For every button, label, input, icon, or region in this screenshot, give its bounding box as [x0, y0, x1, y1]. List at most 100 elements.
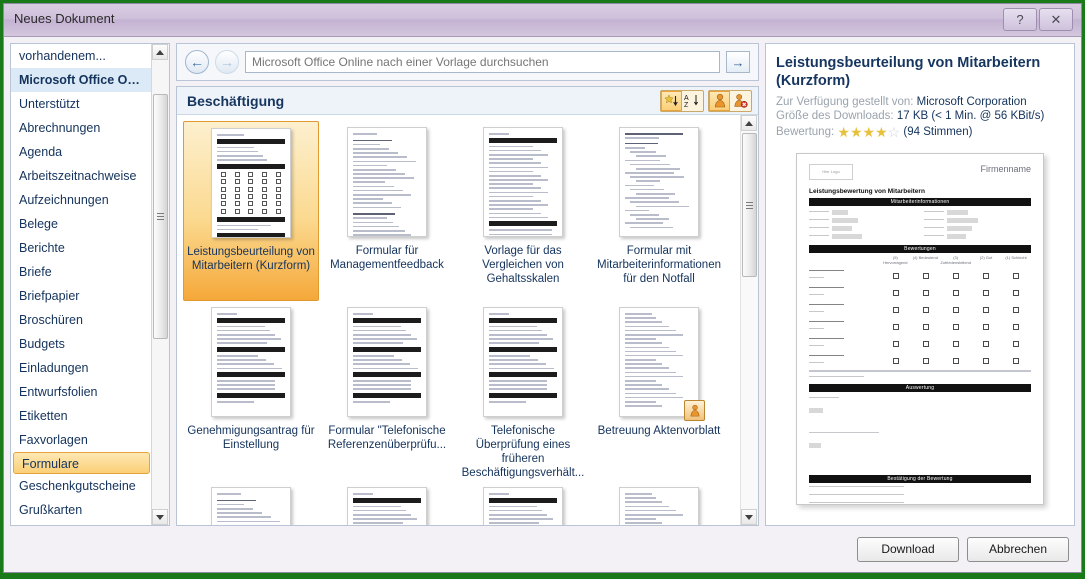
doc-checkbox-cell: [1001, 336, 1031, 350]
template-thumbnail: [619, 487, 699, 525]
doc-checkbox: [923, 290, 929, 296]
doc-checkbox-cell: [881, 268, 911, 282]
doc-criteria-row: ——————— ———: [809, 353, 1031, 367]
doc-field-value: [947, 234, 966, 239]
doc-section-confirm-label: Bestätigung der Bewertung: [887, 475, 953, 482]
doc-field-label: ————: [924, 233, 944, 239]
help-button[interactable]: ?: [1003, 8, 1037, 31]
sidebar-item-1[interactable]: Microsoft Office Online: [11, 68, 152, 92]
sidebar-item-10[interactable]: Briefpapier: [11, 284, 152, 308]
doc-checkbox-cell: [1001, 302, 1031, 316]
sidebar-item-17[interactable]: Formulare: [13, 452, 150, 474]
cancel-button[interactable]: Abbrechen: [967, 536, 1069, 562]
template-item-0[interactable]: Leistungsbeurteilung von Mitarbeitern (K…: [183, 121, 319, 301]
template-item-9[interactable]: [319, 481, 455, 525]
doc-checkbox: [953, 307, 959, 313]
hide-user-templates-button[interactable]: [730, 91, 751, 111]
template-item-11[interactable]: [591, 481, 727, 525]
doc-rating-col-0: (5) Hervorragend: [883, 255, 908, 265]
doc-eval-line: ——————: [809, 394, 839, 401]
sidebar-item-18[interactable]: Geschenkgutscheine: [11, 474, 152, 498]
gallery-scroll-thumb[interactable]: [742, 133, 757, 277]
sidebar-scroll-thumb[interactable]: [153, 94, 168, 339]
doc-confirm-text: ———————————————————: [809, 483, 904, 490]
doc-checkbox-cell: [911, 319, 941, 333]
gallery-scroll-down-button[interactable]: [741, 509, 757, 525]
sidebar-item-13[interactable]: Einladungen: [11, 356, 152, 380]
close-button[interactable]: ✕: [1039, 8, 1073, 31]
sidebar-item-0[interactable]: vorhandenem...: [11, 44, 152, 68]
dialog-footer: Download Abbrechen: [4, 526, 1081, 572]
template-thumbnail-wrap: [483, 127, 563, 237]
doc-company: Firmenname: [980, 164, 1031, 174]
doc-logo: Hier Logo: [809, 164, 853, 180]
gallery-scroll-up-button[interactable]: [741, 115, 757, 131]
template-item-10[interactable]: [455, 481, 591, 525]
sidebar-item-3[interactable]: Abrechnungen: [11, 116, 152, 140]
rating-stars[interactable]: ★★★★☆: [837, 124, 900, 141]
doc-field-row: ————: [809, 217, 916, 224]
sidebar-item-7[interactable]: Belege: [11, 212, 152, 236]
sort-by-rating-button[interactable]: [661, 90, 682, 111]
show-user-templates-button[interactable]: [709, 90, 730, 111]
sidebar-item-11[interactable]: Broschüren: [11, 308, 152, 332]
star-4-icon[interactable]: ★: [875, 124, 888, 140]
star-1-icon[interactable]: ★: [837, 124, 850, 140]
template-label: Formular für Managementfeedback: [330, 245, 444, 271]
template-gallery: Beschäftigung A Z Leistungsbeurteilung v…: [176, 86, 759, 526]
template-label: Betreuung Aktenvorblatt: [597, 425, 721, 437]
doc-criteria-sub: ———: [809, 292, 824, 298]
template-item-6[interactable]: Telefonische Überprüfung eines früheren …: [455, 301, 591, 481]
sidebar-item-2[interactable]: Unterstützt: [11, 92, 152, 116]
sidebar-item-20[interactable]: Handzettel: [11, 522, 152, 525]
sidebar-scroll-down-button[interactable]: [152, 509, 168, 525]
search-input[interactable]: [245, 51, 720, 73]
template-item-8[interactable]: [183, 481, 319, 525]
sidebar-item-16[interactable]: Faxvorlagen: [11, 428, 152, 452]
template-item-7[interactable]: Betreuung Aktenvorblatt: [591, 301, 727, 481]
template-thumbnail-wrap: [619, 487, 699, 525]
sidebar-item-9[interactable]: Briefe: [11, 260, 152, 284]
search-go-button[interactable]: →: [726, 51, 750, 73]
download-button[interactable]: Download: [857, 536, 959, 562]
template-label: Formular "Telefonische Referenzenüberprü…: [327, 425, 447, 451]
sidebar-item-4[interactable]: Agenda: [11, 140, 152, 164]
template-thumbnail: [347, 487, 427, 525]
sidebar-item-8[interactable]: Berichte: [11, 236, 152, 260]
sidebar-item-14[interactable]: Entwurfsfolien: [11, 380, 152, 404]
doc-checkbox: [983, 341, 989, 347]
sidebar-scrollbar[interactable]: [151, 44, 169, 525]
doc-checkbox: [923, 341, 929, 347]
star-3-icon[interactable]: ★: [863, 124, 876, 140]
sidebar-item-19[interactable]: Grußkarten: [11, 498, 152, 522]
preview-rating-label: Bewertung:: [776, 126, 835, 138]
gallery-scrollbar[interactable]: [740, 115, 758, 525]
svg-text:Z: Z: [684, 102, 689, 108]
doc-checkbox: [953, 290, 959, 296]
doc-rating-col-4: (1) Schlecht: [1005, 255, 1027, 260]
doc-page: Hier Logo Firmenname Leistungsbewertung vo…: [809, 164, 1031, 505]
doc-criteria-sub: ———: [809, 360, 824, 366]
doc-confirm-text: ———————————————————: [809, 499, 904, 505]
doc-checkbox-cell: [881, 353, 911, 367]
template-item-5[interactable]: Formular "Telefonische Referenzenüberprü…: [319, 301, 455, 481]
back-button[interactable]: ←: [185, 50, 209, 74]
sidebar-scroll-up-button[interactable]: [152, 44, 168, 60]
doc-overall-label: ———————————: [809, 373, 864, 380]
sidebar-item-6[interactable]: Aufzeichnungen: [11, 188, 152, 212]
template-item-3[interactable]: Formular mit Mitarbeiterinformationen fü…: [591, 121, 727, 301]
doc-checkbox-cell: [941, 336, 971, 350]
sidebar-item-15[interactable]: Etiketten: [11, 404, 152, 428]
forward-button[interactable]: →: [215, 50, 239, 74]
star-5-icon[interactable]: ☆: [888, 124, 901, 140]
template-item-2[interactable]: Vorlage für das Vergleichen von Gehaltss…: [455, 121, 591, 301]
sidebar-item-12[interactable]: Budgets: [11, 332, 152, 356]
sort-alphabetical-button[interactable]: A Z: [682, 91, 703, 111]
doc-notes-line: ——————————————: [809, 429, 879, 436]
template-thumbnail-wrap: [347, 127, 427, 237]
template-item-4[interactable]: Genehmigungsantrag für Einstellung: [183, 301, 319, 481]
star-2-icon[interactable]: ★: [850, 124, 863, 140]
doc-field-value: [832, 210, 848, 215]
template-item-1[interactable]: Formular für Managementfeedback: [319, 121, 455, 301]
sidebar-item-5[interactable]: Arbeitszeitnachweise: [11, 164, 152, 188]
